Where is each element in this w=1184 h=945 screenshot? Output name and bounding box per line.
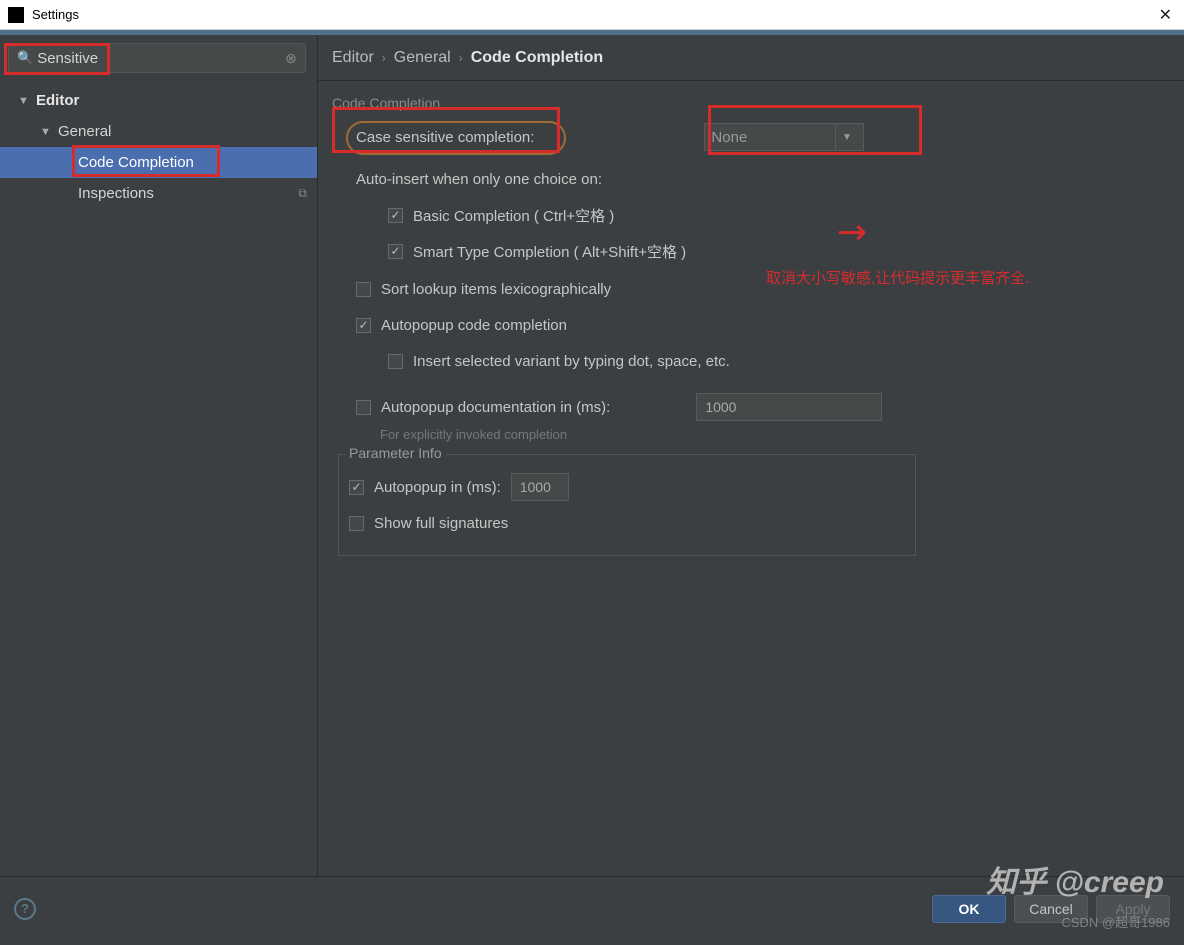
watermark: 知乎 @creep	[986, 857, 1164, 901]
crumb-general[interactable]: General	[394, 49, 451, 67]
clear-search-icon[interactable]: ⊗	[283, 50, 299, 66]
basic-completion-label: Basic Completion ( Ctrl+空格 )	[413, 205, 614, 226]
app-logo-icon	[8, 7, 24, 23]
close-icon[interactable]: ✕	[1159, 5, 1172, 25]
case-sensitive-dropdown[interactable]: None ▼	[704, 123, 864, 151]
chevron-right-icon: ›	[459, 51, 463, 65]
tree-code-completion[interactable]: Code Completion	[0, 147, 317, 178]
search-icon: 🔍	[17, 50, 33, 66]
autopopup-cc-label: Autopopup code completion	[381, 317, 567, 334]
pi-autopopup-label: Autopopup in (ms):	[374, 479, 501, 496]
annotation-text: 取消大小写敏感,让代码提示更丰富齐全.	[766, 267, 1029, 288]
pi-autopopup-checkbox[interactable]	[349, 480, 364, 495]
copy-icon: ⧉	[298, 186, 307, 201]
breadcrumb: Editor › General › Code Completion	[318, 35, 1184, 81]
crumb-code-completion: Code Completion	[471, 49, 603, 67]
chevron-down-icon: ▼	[835, 124, 857, 150]
insert-variant-label: Insert selected variant by typing dot, s…	[413, 353, 730, 370]
sort-lookup-checkbox[interactable]	[356, 282, 371, 297]
window-title: Settings	[32, 7, 79, 22]
autopopup-cc-checkbox[interactable]	[356, 318, 371, 333]
watermark: CSDN @超哥1986	[1061, 912, 1170, 931]
expand-icon: ▼	[18, 95, 30, 107]
expand-icon: ▼	[40, 126, 52, 138]
pi-full-sig-label: Show full signatures	[374, 515, 508, 532]
case-sensitive-label: Case sensitive completion:	[356, 129, 534, 146]
help-icon[interactable]: ?	[14, 898, 36, 920]
section-title: Code Completion	[332, 95, 1170, 111]
dropdown-value: None	[711, 129, 835, 146]
autopopup-doc-checkbox[interactable]	[356, 400, 371, 415]
tree-editor[interactable]: ▼ Editor	[0, 85, 317, 116]
parameter-info-group: Parameter Info Autopopup in (ms): Show f…	[338, 454, 916, 556]
autopopup-doc-subtext: For explicitly invoked completion	[332, 427, 1170, 442]
smart-completion-checkbox[interactable]	[388, 244, 403, 259]
search-input[interactable]: 🔍 Sensitive ⊗	[8, 43, 306, 73]
tree-general[interactable]: ▼ General	[0, 116, 317, 147]
tree-inspections[interactable]: Inspections ⧉	[0, 178, 317, 209]
auto-insert-label: Auto-insert when only one choice on:	[356, 171, 602, 188]
settings-tree: ▼ Editor ▼ General Code Completion Inspe…	[0, 81, 317, 209]
autopopup-doc-input[interactable]	[696, 393, 882, 421]
crumb-editor[interactable]: Editor	[332, 49, 374, 67]
settings-sidebar: 🔍 Sensitive ⊗ ▼ Editor ▼ General Code Co…	[0, 35, 318, 876]
pi-full-sig-checkbox[interactable]	[349, 516, 364, 531]
autopopup-doc-label: Autopopup documentation in (ms):	[381, 399, 610, 416]
settings-content: Editor › General › Code Completion Code …	[318, 35, 1184, 876]
basic-completion-checkbox[interactable]	[388, 208, 403, 223]
parameter-info-legend: Parameter Info	[345, 445, 446, 461]
insert-variant-checkbox[interactable]	[388, 354, 403, 369]
search-value: Sensitive	[37, 50, 98, 67]
chevron-right-icon: ›	[382, 51, 386, 65]
smart-completion-label: Smart Type Completion ( Alt+Shift+空格 )	[413, 241, 686, 262]
pi-autopopup-input[interactable]	[511, 473, 569, 501]
window-titlebar: Settings ✕	[0, 0, 1184, 30]
sort-lookup-label: Sort lookup items lexicographically	[381, 281, 611, 298]
